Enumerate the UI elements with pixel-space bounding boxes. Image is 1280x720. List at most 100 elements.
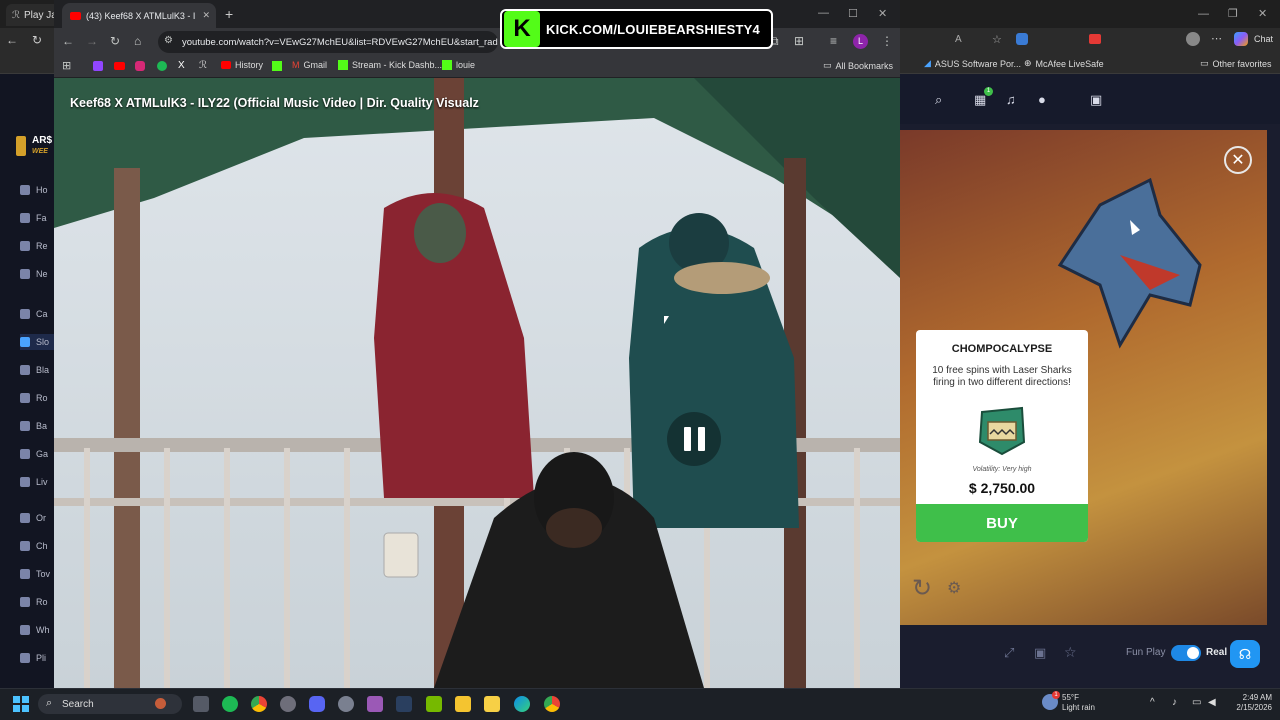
profile-avatar-front[interactable]: L [853, 34, 868, 49]
front-minimize-icon[interactable]: — [818, 7, 829, 19]
kick-bookmark-icon[interactable] [272, 61, 282, 71]
chat-label[interactable]: Chat [1254, 34, 1273, 44]
bookmark-gmail[interactable]: M Gmail [292, 60, 327, 70]
discord-taskbar-icon[interactable] [309, 696, 325, 712]
front-forward-icon[interactable]: → [86, 34, 98, 48]
profile-avatar[interactable] [1186, 32, 1200, 46]
site-info-icon[interactable]: ⚙ [164, 35, 173, 46]
front-close-icon[interactable]: ✕ [878, 7, 887, 20]
video-frame[interactable] [54, 78, 900, 688]
game-card-description: 10 free spins with Laser Sharks firing i… [932, 365, 1072, 388]
new-icon [20, 269, 30, 279]
search-icon[interactable]: ⌕ [935, 92, 949, 107]
settings-taskbar-icon[interactable] [338, 696, 354, 712]
reload-icon[interactable]: ↻ [32, 33, 42, 47]
bookmark-other-favorites[interactable]: ▭ Other favorites [1200, 58, 1272, 69]
back-arrow-icon[interactable]: ← [6, 33, 18, 47]
support-headset-button[interactable]: ☊ [1230, 640, 1260, 668]
minimize-icon[interactable]: — [1198, 8, 1209, 20]
bell-icon[interactable]: ♫ [1006, 92, 1020, 107]
spotify-icon[interactable] [157, 61, 167, 71]
edge-taskbar-icon[interactable] [514, 696, 530, 712]
bookmark-louie[interactable]: louie [442, 60, 475, 70]
bonus-symbol-icon [978, 406, 1026, 456]
more-menu-icon[interactable]: ⋯ [1211, 32, 1222, 45]
kick-stream-overlay: K KICK.COM/LOUIEBEARSHIESTY4 [500, 9, 773, 49]
microphone-icon[interactable]: ♪ [1172, 697, 1177, 708]
clock-time: 2:49 AM [1242, 693, 1272, 702]
pause-bar-left [683, 427, 691, 451]
taskbar-search[interactable]: ⌕ Search [38, 694, 182, 714]
front-reload-icon[interactable]: ↻ [110, 34, 120, 48]
chrome-profile-taskbar-icon[interactable] [280, 696, 296, 712]
instagram-icon[interactable] [135, 61, 145, 71]
chat-bubble-icon[interactable]: ▣ [1090, 92, 1104, 107]
start-pane-4 [22, 705, 29, 712]
replay-icon[interactable]: ↻ [912, 574, 932, 603]
extension-shield-icon[interactable] [1016, 33, 1028, 45]
windows-start-icon[interactable] [13, 696, 29, 712]
tray-chevron-icon[interactable]: ^ [1150, 697, 1155, 708]
weather-widget[interactable]: 55°F Light rain [1062, 693, 1095, 713]
volume-icon[interactable]: ◀ [1208, 697, 1216, 708]
pause-icon[interactable] [667, 412, 721, 466]
theatre-icon[interactable]: ▣ [1034, 645, 1046, 661]
settings-gear-icon[interactable]: ⚙ [947, 578, 961, 598]
asus-logo-icon: ◢ [924, 58, 931, 68]
gaming-taskbar-icon[interactable] [367, 696, 383, 712]
bookmark-kick-dashboard[interactable]: Stream - Kick Dashb... [338, 60, 442, 70]
spotify-taskbar-icon[interactable] [222, 696, 238, 712]
youtube-logo-icon [70, 11, 81, 20]
front-home-icon[interactable]: ⌂ [134, 34, 141, 48]
louie-kick-icon [442, 60, 452, 70]
nvidia-taskbar-icon[interactable] [426, 696, 442, 712]
all-bookmarks[interactable]: ▭ All Bookmarks [823, 60, 893, 71]
task-view-icon[interactable] [193, 696, 209, 712]
favorite-game-icon[interactable]: ☆ [1064, 644, 1077, 661]
file-explorer-icon[interactable] [455, 696, 471, 712]
game-show-icon [20, 449, 30, 459]
youtube-tab-title: (43) Keef68 X ATMLulK3 - I [86, 10, 196, 21]
chrome-taskbar-icon[interactable] [251, 696, 267, 712]
bookmark-asus[interactable]: ◢ ASUS Software Por... [924, 58, 1021, 69]
roobet-icon[interactable]: ℛ [199, 60, 207, 71]
buy-button[interactable]: BUY [916, 504, 1088, 542]
video-title[interactable]: Keef68 X ATMLulK3 - ILY22 (Official Musi… [70, 96, 488, 110]
steam-taskbar-icon[interactable] [396, 696, 412, 712]
close-tab-icon[interactable]: ✕ [202, 10, 210, 21]
favorite-star-icon[interactable]: ☆ [992, 33, 1002, 46]
front-back-icon[interactable]: ← [62, 34, 74, 48]
bookmark-mcafee[interactable]: ⊕ McAfee LiveSafe [1024, 58, 1104, 69]
tower-icon [20, 569, 30, 579]
new-tab-icon[interactable]: + [225, 6, 233, 22]
chrome-alt-taskbar-icon[interactable] [544, 696, 560, 712]
youtube-tab[interactable]: (43) Keef68 X ATMLulK3 - I ✕ [62, 3, 216, 28]
bookmark-history[interactable]: History [221, 60, 263, 70]
copilot-icon[interactable] [1234, 32, 1248, 46]
network-icon[interactable]: ▭ [1192, 697, 1201, 708]
fullscreen-icon[interactable]: ⤢ [1004, 645, 1014, 661]
real-play-toggle[interactable] [1171, 645, 1201, 661]
sticky-notes-icon[interactable] [484, 696, 500, 712]
close-game-button[interactable]: ✕ [1224, 146, 1252, 174]
close-window-icon[interactable]: ✕ [1258, 7, 1267, 20]
apps-grid-icon[interactable]: ⊞ [62, 59, 71, 72]
reading-list-icon[interactable]: ⊞ [794, 34, 804, 48]
maximize-icon[interactable]: ❐ [1228, 7, 1238, 20]
read-aloud-icon[interactable]: A [955, 34, 962, 45]
user-icon[interactable]: ● [1038, 92, 1052, 107]
home-icon [20, 185, 30, 195]
weather-temp: 55°F [1062, 693, 1079, 702]
taskbar-clock[interactable]: 2:49 AM 2/15/2026 [1226, 693, 1272, 713]
x-icon[interactable]: X [178, 60, 185, 71]
gmail-icon: M [292, 60, 300, 70]
cherry-icon [20, 309, 30, 319]
tab-search-icon[interactable]: ≡ [830, 34, 837, 48]
twitch-icon[interactable] [93, 61, 103, 71]
extension-red-icon[interactable] [1089, 34, 1101, 44]
front-maximize-icon[interactable]: ☐ [848, 7, 858, 20]
address-bar[interactable]: youtube.com/watch?v=VEwG27MchEU&list=RDV… [158, 31, 498, 53]
youtube-bookmark-icon[interactable] [114, 62, 125, 70]
chrome-menu-icon[interactable]: ⋮ [881, 34, 893, 48]
clock-icon [20, 241, 30, 251]
